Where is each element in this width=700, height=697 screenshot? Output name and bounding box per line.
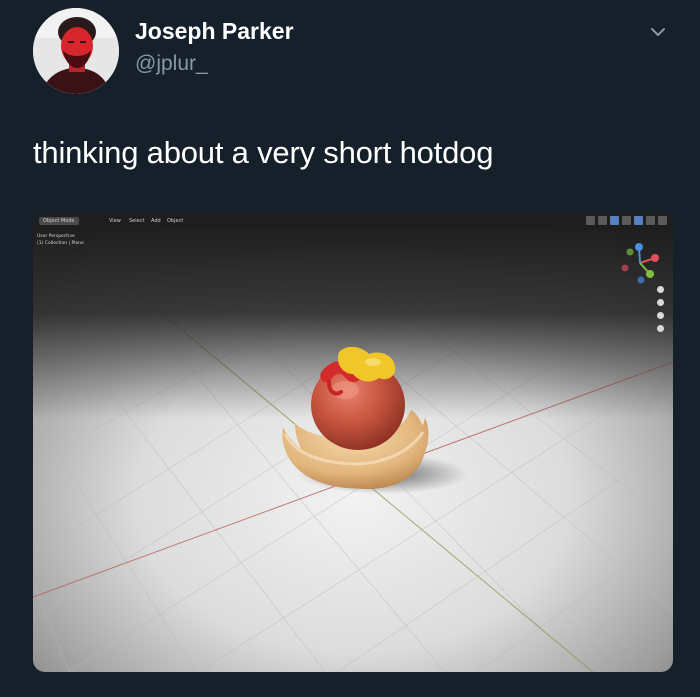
material-shading-icon[interactable]: [646, 216, 655, 225]
collection-label: (1) Collection | Plane: [37, 241, 84, 246]
zoom-icon[interactable]: [656, 286, 664, 293]
grid-toggle-icon[interactable]: [656, 325, 664, 332]
object-menu[interactable]: Object: [167, 218, 183, 224]
tweet-text: thinking about a very short hotdog: [33, 135, 494, 170]
gizmo-y-handle: [646, 270, 654, 278]
avatar[interactable]: [33, 8, 119, 94]
wireframe-shading-icon[interactable]: [622, 216, 631, 225]
solid-shading-icon[interactable]: [634, 216, 643, 225]
add-menu[interactable]: Add: [151, 218, 161, 224]
tweet-media[interactable]: Object Mode View Select Add Object User …: [33, 212, 673, 672]
blender-viewport-render: [33, 212, 673, 672]
gizmo-toggle-icon[interactable]: [586, 216, 595, 225]
display-name[interactable]: Joseph Parker: [135, 18, 294, 45]
gizmo-x-handle: [651, 254, 659, 262]
gizmo-neg-y-handle: [626, 248, 634, 256]
select-menu[interactable]: Select: [129, 218, 144, 224]
camera-view-icon[interactable]: [656, 312, 664, 319]
gizmo-neg-z-handle: [637, 276, 645, 284]
view-menu[interactable]: View: [109, 218, 121, 224]
viewport-shading-toolbar: [586, 216, 667, 226]
viewport-nav-buttons: [653, 286, 667, 332]
overlay-toggle-icon[interactable]: [598, 216, 607, 225]
chevron-down-icon[interactable]: [645, 22, 671, 42]
perspective-label: User Perspective: [37, 234, 75, 239]
hand-pan-icon[interactable]: [656, 299, 664, 306]
rendered-shading-icon[interactable]: [658, 216, 667, 225]
object-mode-dropdown[interactable]: Object Mode: [39, 217, 79, 225]
xray-toggle-icon[interactable]: [610, 216, 619, 225]
gizmo-neg-x-handle: [621, 264, 629, 272]
user-handle[interactable]: @jplur_: [135, 52, 208, 76]
navigation-gizmo[interactable]: [617, 240, 663, 286]
viewport-header: Object Mode View Select Add Object: [33, 212, 673, 230]
gizmo-z-handle: [635, 243, 643, 251]
